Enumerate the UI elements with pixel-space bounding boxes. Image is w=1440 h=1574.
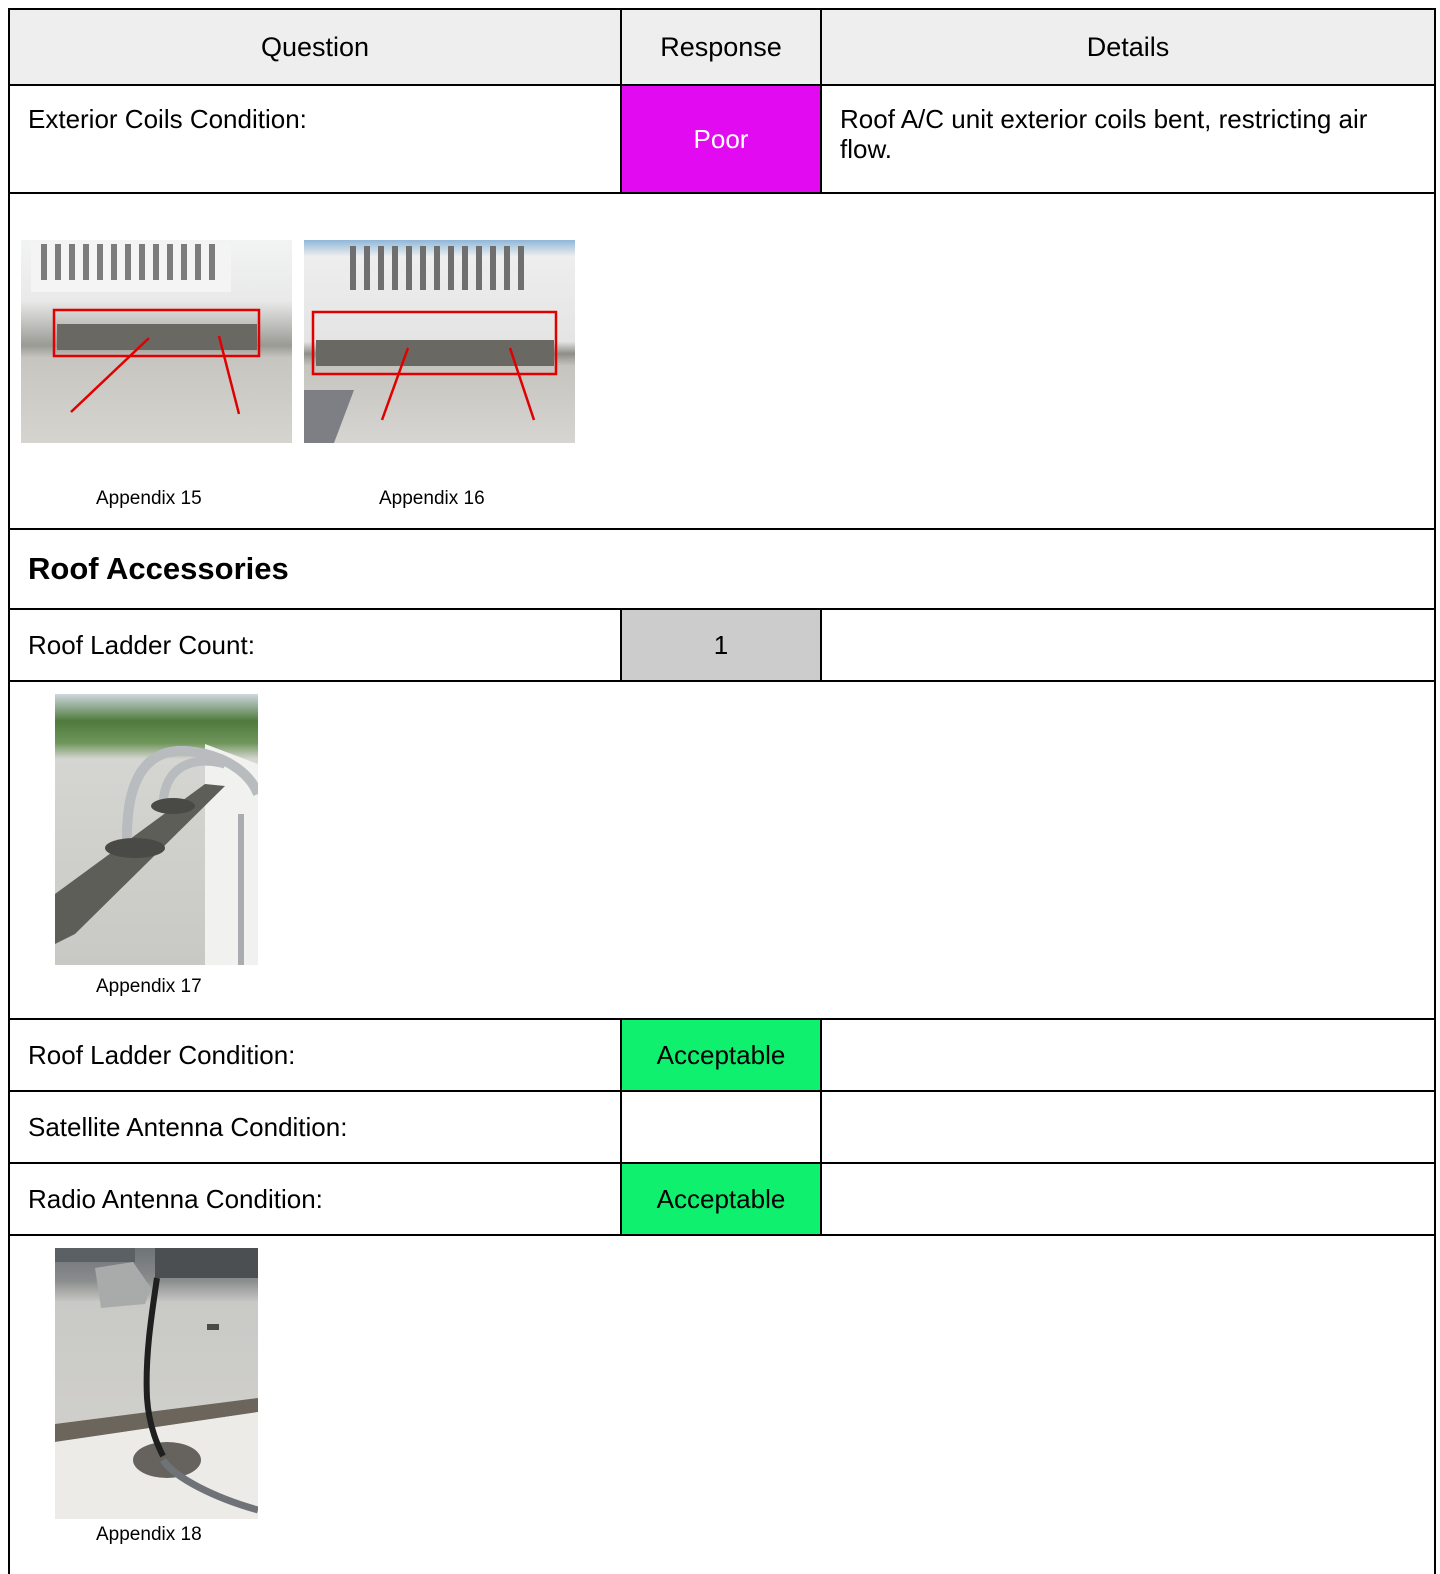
response-value: Acceptable: [656, 1184, 786, 1214]
question-cell: Roof Ladder Condition:: [10, 1020, 622, 1090]
response-badge-acceptable: Acceptable: [622, 1164, 822, 1234]
response-value: 1: [713, 630, 729, 660]
caption-appendix-17: Appendix 17: [96, 976, 202, 997]
header-question: Question: [10, 10, 622, 84]
ladder-photo-image: [55, 744, 258, 965]
table-row-radio-condition: Radio Antenna Condition: Acceptable: [10, 1164, 1434, 1236]
header-response: Response: [622, 10, 822, 84]
coil-photo-2-image: [304, 246, 558, 443]
response-badge-acceptable: Acceptable: [622, 1020, 822, 1090]
caption-appendix-16: Appendix 16: [379, 488, 485, 509]
section-roof-accessories: Roof Accessories: [10, 530, 1434, 610]
table-row-ladder-count: Roof Ladder Count: 1: [10, 610, 1434, 682]
response-value: Acceptable: [656, 1040, 786, 1070]
ladder-photo[interactable]: [55, 694, 258, 965]
caption-appendix-18: Appendix 18: [96, 1524, 202, 1545]
details-cell: [822, 610, 1434, 680]
response-cell-empty: [622, 1092, 822, 1162]
antenna-photo[interactable]: [55, 1248, 258, 1519]
response-badge-count: 1: [622, 610, 822, 680]
details-cell: [822, 1092, 1434, 1162]
table-row-satellite-condition: Satellite Antenna Condition:: [10, 1092, 1434, 1164]
photo-row-coils: Appendix 15 Appendix 16: [10, 194, 1434, 530]
section-title: Roof Accessories: [28, 551, 289, 586]
photo-row-antenna: Appendix 18: [10, 1236, 1434, 1574]
details-cell: Roof A/C unit exterior coils bent, restr…: [840, 104, 1368, 164]
coil-photo-1-image: [31, 242, 261, 415]
inspection-table: Question Response Details Exterior Coils…: [8, 8, 1436, 1574]
response-value: Poor: [693, 124, 749, 154]
header-details: Details: [1086, 32, 1170, 62]
details-cell: [822, 1020, 1434, 1090]
question-cell: Radio Antenna Condition:: [10, 1164, 622, 1234]
response-badge-poor: Poor: [622, 86, 822, 192]
question-cell: Roof Ladder Count:: [10, 610, 622, 680]
question-cell: Satellite Antenna Condition:: [10, 1092, 622, 1162]
coil-photo-2[interactable]: [304, 240, 575, 443]
table-row-exterior-coils: Exterior Coils Condition: Poor Roof A/C …: [10, 86, 1434, 194]
antenna-photo-image: [55, 1248, 258, 1519]
caption-appendix-15: Appendix 15: [96, 488, 202, 509]
coil-photo-1[interactable]: [21, 240, 292, 443]
table-header: Question Response Details: [10, 10, 1434, 86]
photo-row-ladder: Appendix 17: [10, 682, 1434, 1020]
question-cell: Exterior Coils Condition:: [10, 86, 622, 192]
details-cell: [822, 1164, 1434, 1234]
table-row-ladder-condition: Roof Ladder Condition: Acceptable: [10, 1020, 1434, 1092]
